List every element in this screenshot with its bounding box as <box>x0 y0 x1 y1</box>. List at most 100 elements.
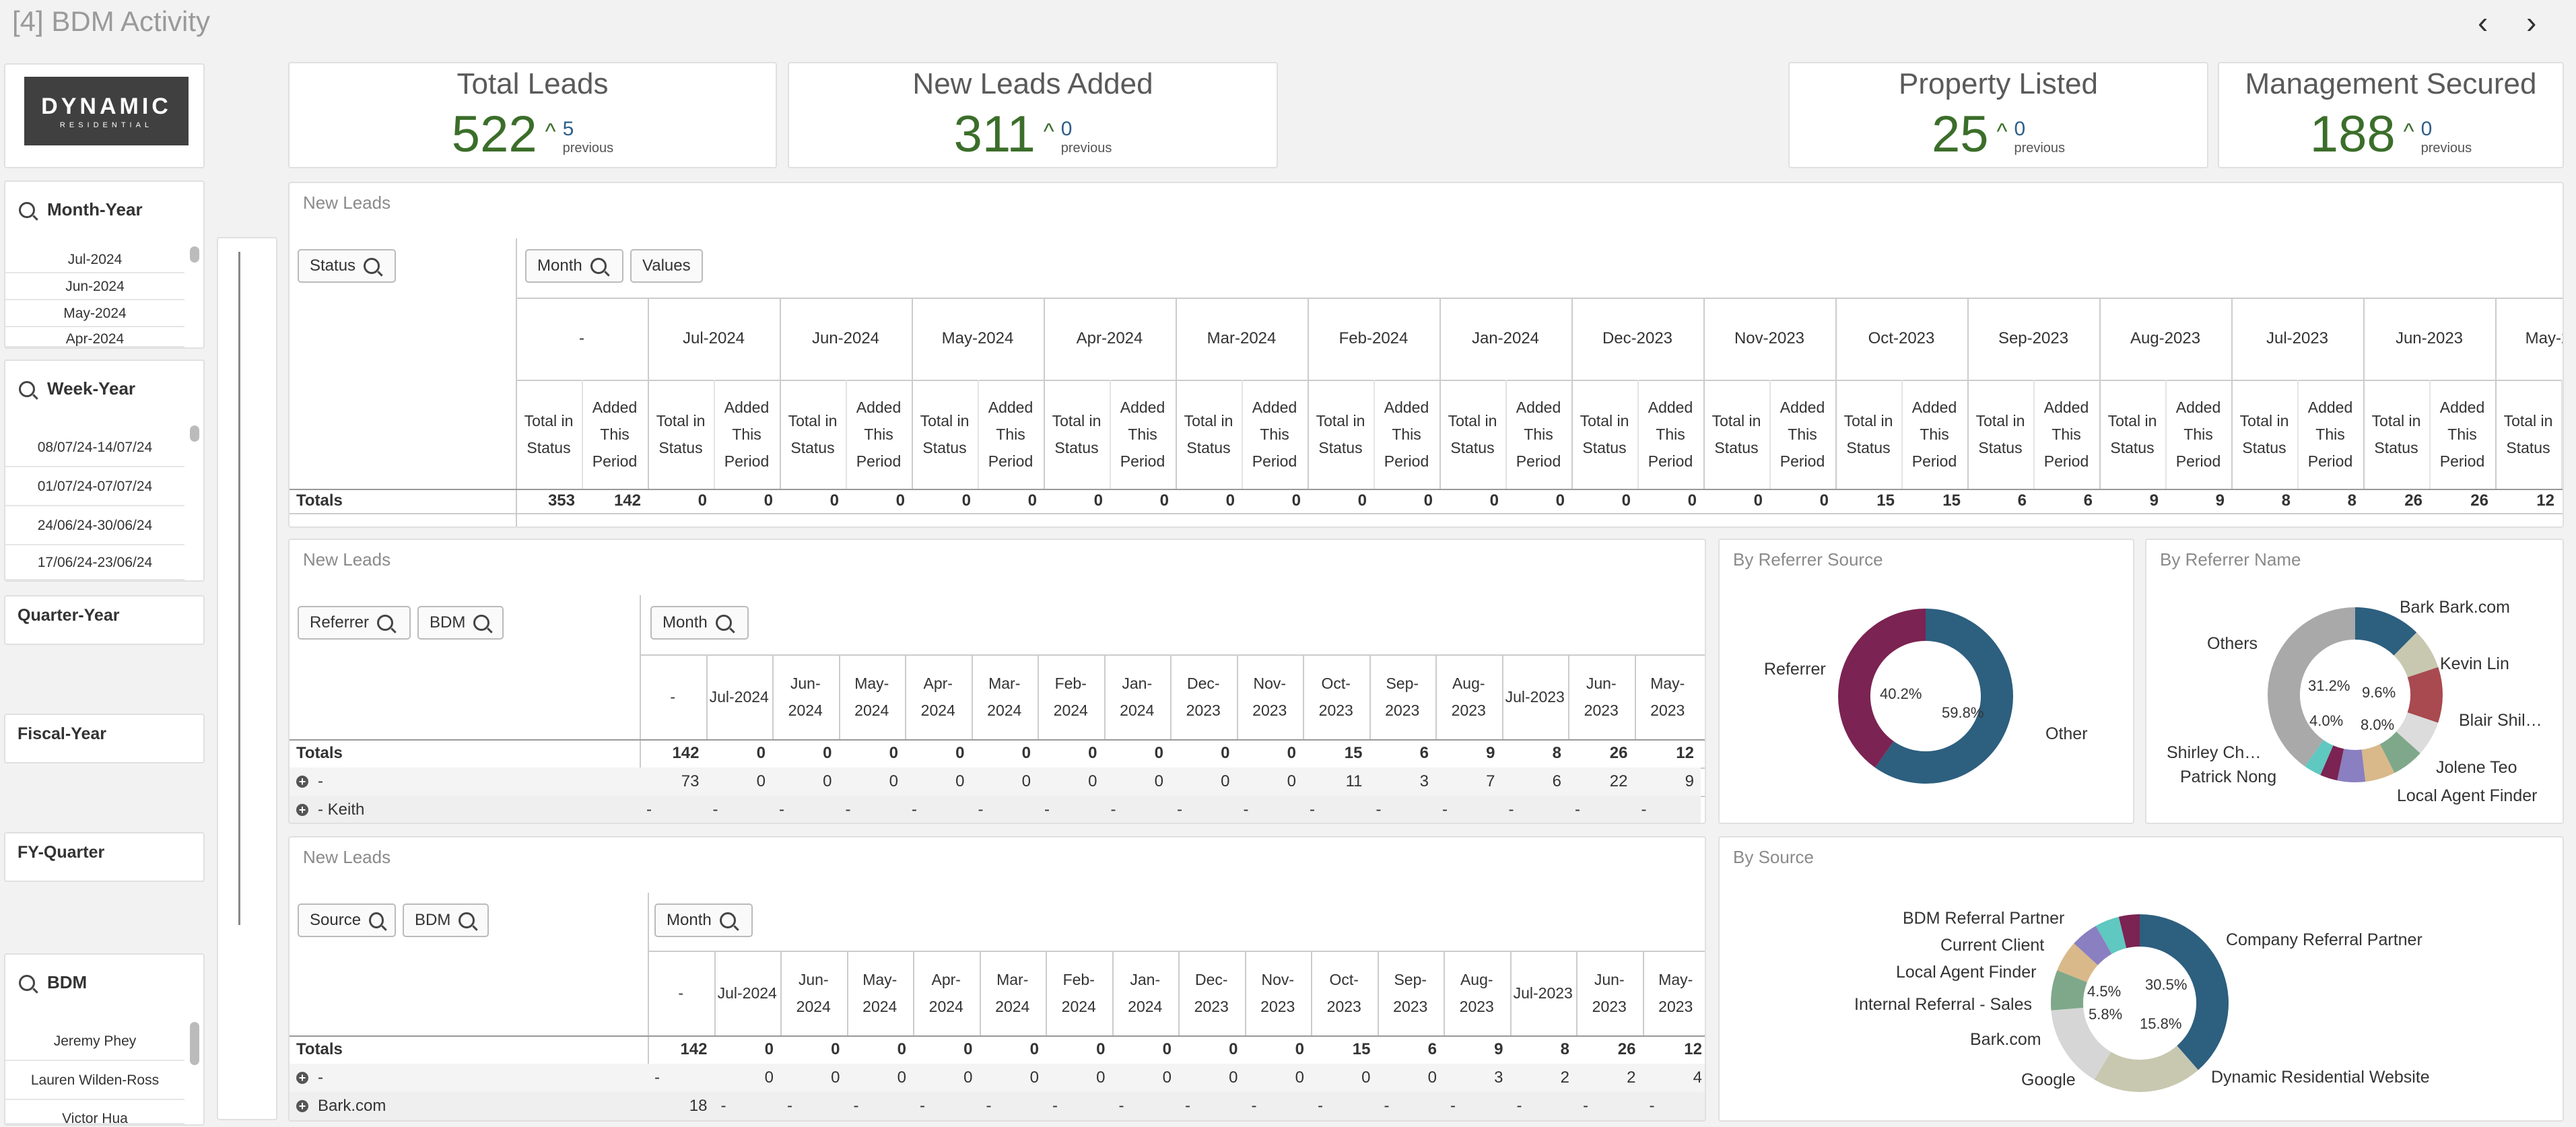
month-header[interactable]: - <box>648 951 714 1035</box>
month-header[interactable]: Jan-2024 <box>1439 298 1571 380</box>
month-header[interactable]: Jul-2024 <box>648 298 780 380</box>
scrollbar[interactable] <box>190 1022 199 1065</box>
month-dimension-chip[interactable]: Month <box>654 903 753 937</box>
month-header[interactable]: Feb-2024 <box>1308 298 1439 380</box>
subheader-total-in-status[interactable]: Total in Status <box>2099 380 2165 489</box>
subheader-added-this-period[interactable]: Added This Period <box>1110 380 1176 489</box>
month-dimension-chip[interactable]: Month <box>525 249 623 283</box>
filter-fy-quarter[interactable]: FY-Quarter <box>4 832 205 882</box>
search-icon[interactable] <box>19 974 35 991</box>
row-label[interactable]: + - Keith <box>290 796 640 823</box>
month-header[interactable]: Jun-2024 <box>780 298 912 380</box>
scrollbar[interactable] <box>190 246 199 263</box>
search-icon[interactable] <box>719 912 736 928</box>
month-header[interactable]: Jun-2023 <box>2363 298 2495 380</box>
pivot-table-new-leads-status[interactable]: New Leads Status Month Values Totals - To… <box>288 182 2564 528</box>
month-header[interactable]: May-2023 <box>2495 298 2563 380</box>
month-header[interactable]: Oct-2023 <box>1303 654 1369 739</box>
subheader-total-in-status[interactable]: Total in Status <box>1703 380 1769 489</box>
month-header[interactable]: Mar-2024 <box>980 951 1046 1035</box>
month-header[interactable]: Jun-2023 <box>1568 654 1635 739</box>
month-header[interactable]: Apr-2024 <box>1044 298 1176 380</box>
donut-slice[interactable] <box>2094 1045 2198 1092</box>
donut-slice[interactable] <box>2396 712 2439 753</box>
pivot-table-new-leads-source[interactable]: New Leads Source BDM Month - Jul-2024 Jun-… <box>288 836 1706 1122</box>
subheader-added-this-period[interactable]: Added This Period <box>1769 380 1835 489</box>
filter-item[interactable]: 08/07/24-14/07/24 <box>5 428 184 467</box>
month-header[interactable]: Aug-2023 <box>2099 298 2231 380</box>
month-header[interactable]: Sep-2023 <box>1369 654 1436 739</box>
chart-by-referrer-source[interactable]: By Referrer Source Referrer Other 40.2% … <box>1718 539 2134 824</box>
donut-slice[interactable] <box>2393 632 2439 678</box>
month-header[interactable]: Dec-2023 <box>1170 654 1237 739</box>
filter-quarter-year[interactable]: Quarter-Year <box>4 595 205 645</box>
expand-icon[interactable]: + <box>296 1100 308 1112</box>
donut-slice[interactable] <box>2379 731 2420 774</box>
subheader-total-in-status[interactable]: Total in Status <box>2495 380 2561 489</box>
subheader-added-this-period[interactable]: Added This Period <box>714 380 780 489</box>
month-header[interactable]: May-2024 <box>847 951 914 1035</box>
month-header[interactable]: Jan-2024 <box>1112 951 1179 1035</box>
subheader-total-in-status[interactable]: Total in Status <box>1967 380 2033 489</box>
subheader-total-in-status[interactable]: Total in Status <box>1308 380 1374 489</box>
expand-icon[interactable]: + <box>296 804 308 816</box>
kpi-management-secured[interactable]: Management Secured 188 ^ 0 previous <box>2218 62 2564 168</box>
donut-slice[interactable] <box>2139 914 2229 1070</box>
subheader-total-in-status[interactable]: Total in Status <box>648 380 714 489</box>
month-header[interactable]: Nov-2023 <box>1237 654 1303 739</box>
subheader-added-this-period[interactable]: Added This Period <box>846 380 912 489</box>
source-dimension-chip[interactable]: Source <box>298 903 396 937</box>
subheader-total-in-status[interactable]: Total in Status <box>1439 380 1505 489</box>
filter-fiscal-year[interactable]: Fiscal-Year <box>4 714 205 763</box>
month-header[interactable]: Dec-2023 <box>1178 951 1245 1035</box>
search-icon[interactable] <box>364 258 380 274</box>
month-header[interactable]: Jun-2024 <box>772 654 839 739</box>
month-header[interactable]: May-2023 <box>1643 951 1705 1035</box>
month-header[interactable]: Aug-2023 <box>1435 654 1502 739</box>
subheader-total-in-status[interactable]: Total in Status <box>1176 380 1242 489</box>
filter-item[interactable]: 01/07/24-07/07/24 <box>5 467 184 506</box>
search-icon[interactable] <box>715 615 732 631</box>
bdm-dimension-chip[interactable]: BDM <box>403 903 489 937</box>
subheader-added-this-period[interactable]: Added This Period <box>1242 380 1308 489</box>
kpi-property-listed[interactable]: Property Listed 25 ^ 0 previous <box>1788 62 2208 168</box>
subheader-added-this-period[interactable]: Added This Period <box>2165 380 2231 489</box>
subheader-total-in-status[interactable]: Total in Status <box>912 380 978 489</box>
subheader-added-this-period[interactable]: Added This Period <box>2297 380 2363 489</box>
month-header[interactable]: Apr-2024 <box>913 951 980 1035</box>
subheader-added-this-period[interactable]: Added This Period <box>2033 380 2099 489</box>
subheader-added-this-period[interactable]: Added This Period <box>1901 380 1967 489</box>
subheader-total-in-status[interactable]: Total in Status <box>1571 380 1637 489</box>
subheader-added-this-period[interactable]: Added This Period <box>1374 380 1439 489</box>
scrollbar[interactable] <box>190 425 199 442</box>
donut-slice[interactable] <box>2057 943 2099 983</box>
filter-week-year[interactable]: Week-Year 08/07/24-14/07/24 01/07/24-07/… <box>4 360 205 582</box>
month-header[interactable]: Oct-2023 <box>1311 951 1378 1035</box>
month-header[interactable]: Jul-2023 <box>1510 951 1577 1035</box>
filter-item[interactable]: Jeremy Phey <box>5 1022 184 1061</box>
month-header[interactable]: Jul-2024 <box>714 951 781 1035</box>
month-header[interactable]: Jun-2023 <box>1576 951 1643 1035</box>
previous-sheet-icon[interactable]: ‹ <box>2478 4 2488 40</box>
month-header[interactable]: Nov-2023 <box>1245 951 1312 1035</box>
donut-slice[interactable] <box>2320 745 2344 781</box>
donut-slice[interactable] <box>2407 667 2443 723</box>
expand-icon[interactable]: + <box>296 776 308 788</box>
expand-icon[interactable]: + <box>296 1072 308 1084</box>
month-header[interactable]: Feb-2024 <box>1046 951 1112 1035</box>
month-header[interactable]: Dec-2023 <box>1571 298 1703 380</box>
month-header[interactable]: Mar-2024 <box>972 654 1038 739</box>
month-header[interactable]: May-2024 <box>839 654 906 739</box>
month-header[interactable]: - <box>516 298 648 380</box>
pivot-table-new-leads-referrer[interactable]: New Leads Referrer BDM Month - Jul-2024 Ju… <box>288 539 1706 824</box>
referrer-dimension-chip[interactable]: Referrer <box>298 606 411 640</box>
month-header[interactable]: Aug-2023 <box>1444 951 1510 1035</box>
search-icon[interactable] <box>473 615 490 631</box>
kpi-total-leads[interactable]: Total Leads 522 ^ 5 previous <box>288 62 777 168</box>
filter-item[interactable]: Apr-2024 <box>5 327 184 347</box>
subheader-total-in-status[interactable]: Total in Status <box>2231 380 2297 489</box>
month-header[interactable]: Nov-2023 <box>1703 298 1835 380</box>
filter-item[interactable]: May-2024 <box>5 300 184 327</box>
filter-month-year[interactable]: Month-Year Jul-2024 Jun-2024 May-2024 Ap… <box>4 180 205 349</box>
filter-item[interactable]: 17/06/24-23/06/24 <box>5 545 184 580</box>
